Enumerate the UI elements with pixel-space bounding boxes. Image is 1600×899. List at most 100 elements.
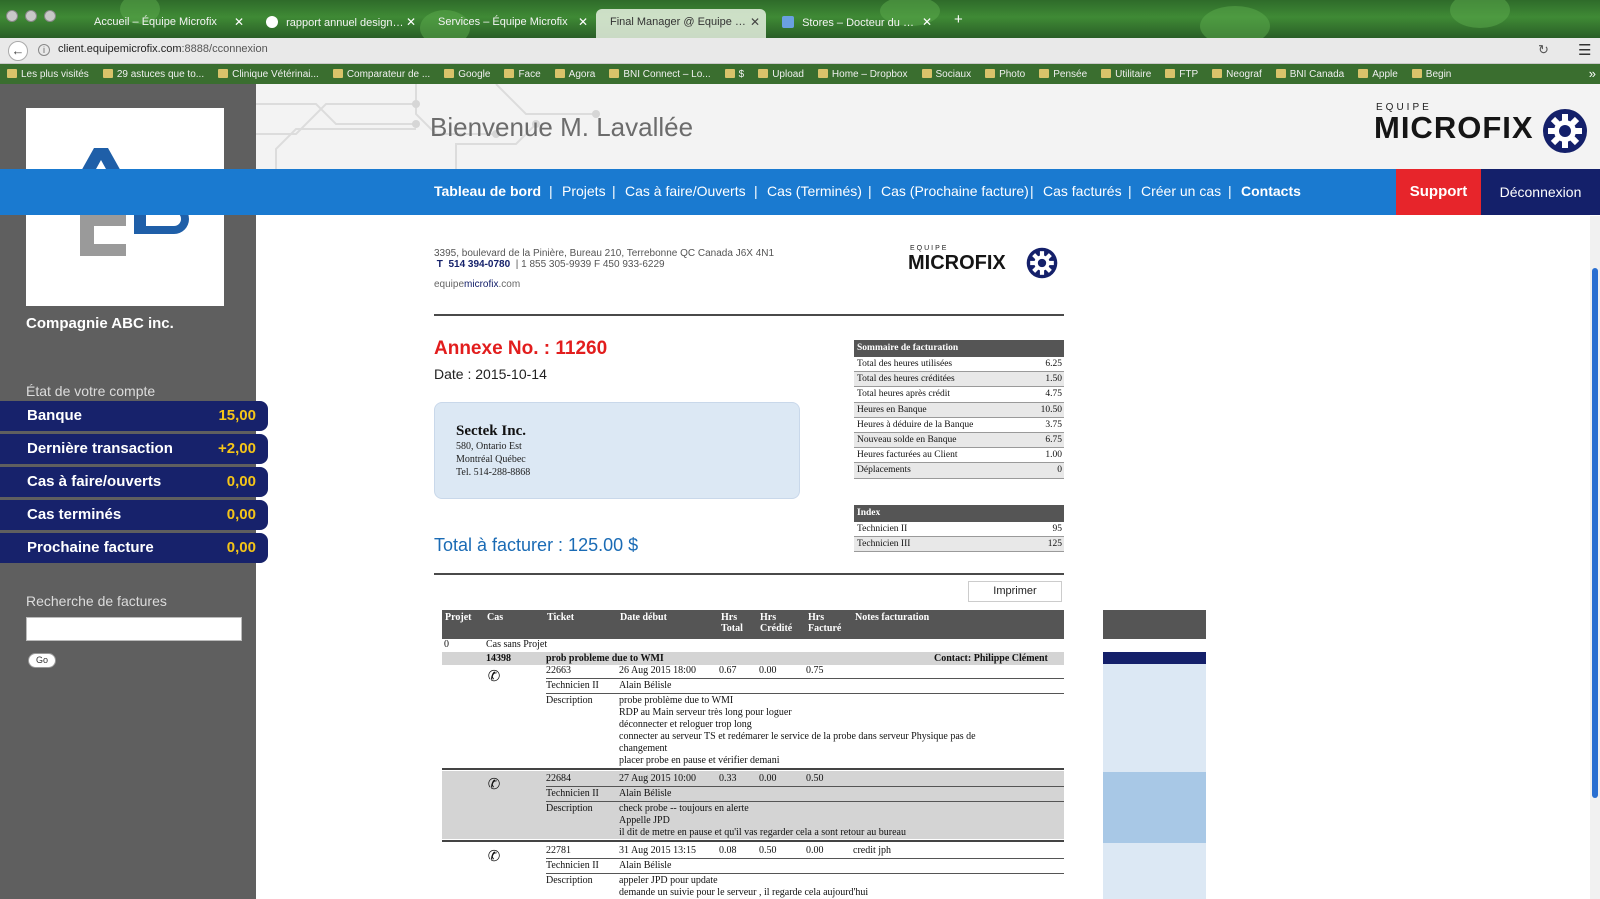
case-title: prob probleme due to WMI [546, 653, 664, 664]
phone-main: 514 394-0780 [448, 259, 511, 270]
bookmark-item[interactable]: 29 astuces que to... [96, 65, 211, 80]
row-label: Nouveau solde en Banque [857, 434, 957, 445]
bookmark-item[interactable]: Clinique Vétérinai... [211, 65, 326, 80]
go-button[interactable]: Go [28, 653, 56, 668]
bookmark-item[interactable]: BNI Canada [1269, 65, 1351, 80]
billing-summary-table: Sommaire de facturation Total des heures… [854, 340, 1064, 479]
bookmark-item[interactable]: Google [437, 65, 497, 80]
browser-tab-4-active[interactable]: Final Manager @ Equipe Microfix ✕ [596, 9, 766, 38]
ticket-id[interactable]: 22663 [546, 665, 571, 677]
logout-button[interactable]: Déconnexion [1481, 169, 1600, 215]
row-value: 1.50 [1045, 374, 1062, 385]
scrollbar-thumb[interactable] [1592, 268, 1598, 798]
nav-item[interactable]: Cas (Prochaine facture) [881, 183, 1029, 199]
reload-icon[interactable]: ↻ [1538, 42, 1549, 58]
background-decoration [1450, 0, 1510, 28]
phone-icon[interactable]: ✆ [484, 667, 504, 687]
bookmark-item[interactable]: Neograf [1205, 65, 1269, 80]
tab-close-icon[interactable]: ✕ [234, 15, 244, 29]
tab-close-icon[interactable]: ✕ [922, 15, 932, 29]
description-label: Description [546, 803, 593, 814]
browser-tab-1[interactable]: Accueil – Équipe Microfix ✕ [80, 9, 250, 38]
account-stat[interactable]: Prochaine facture 0,00 [0, 533, 268, 563]
phone-icon[interactable]: ✆ [484, 775, 504, 795]
description-line: check probe -- toujours en alerte [619, 803, 749, 814]
nav-separator: | [1128, 183, 1132, 199]
stat-label: Prochaine facture [27, 539, 154, 556]
bookmark-item[interactable]: Utilitaire [1094, 65, 1158, 80]
tech-name: Alain Bélisle [619, 680, 672, 691]
nav-item[interactable]: Contacts [1241, 183, 1301, 199]
bookmark-label: Google [458, 69, 491, 80]
phone-icon[interactable]: ✆ [484, 847, 504, 867]
nav-item[interactable]: Cas à faire/Ouverts [625, 183, 746, 199]
bookmark-item[interactable]: Sociaux [915, 65, 979, 80]
tab-close-icon[interactable]: ✕ [406, 15, 416, 29]
web-suffix: .com [498, 279, 521, 290]
bookmark-item[interactable]: Begin [1405, 65, 1459, 80]
col-ticket: Ticket [547, 612, 575, 623]
bookmark-folder-icon [1411, 69, 1422, 78]
info-icon[interactable]: i [38, 44, 50, 56]
table-row: Technicien III 125 [854, 537, 1064, 553]
row-label: Heures à déduire de la Banque [857, 419, 974, 430]
project-id: 0 [444, 639, 449, 650]
bookmark-item[interactable]: Apple [1351, 65, 1405, 80]
nav-item[interactable]: Tableau de bord [434, 183, 541, 199]
total-to-bill: Total à facturer : 125.00 $ [434, 535, 639, 555]
hamburger-menu-icon[interactable]: ☰ [1578, 41, 1591, 59]
bookmark-item[interactable]: Home – Dropbox [811, 65, 915, 80]
print-button[interactable]: Imprimer [968, 581, 1062, 602]
browser-tab-3[interactable]: Services – Équipe Microfix ✕ [424, 9, 594, 38]
bookmark-item[interactable]: FTP [1158, 65, 1205, 80]
account-stat[interactable]: Banque 15,00 [0, 401, 268, 431]
account-stat[interactable]: Cas à faire/ouverts 0,00 [0, 467, 268, 497]
bookmark-folder-icon [985, 69, 996, 78]
invoice-search-input[interactable] [26, 617, 242, 641]
bookmark-item[interactable]: BNI Connect – Lo... [602, 65, 717, 80]
tab-close-icon[interactable]: ✕ [750, 15, 760, 29]
ticket-id[interactable]: 22781 [546, 845, 571, 857]
bookmark-item[interactable]: Upload [751, 65, 811, 80]
row-label: Heures en Banque [857, 404, 927, 415]
support-button[interactable]: Support [1396, 169, 1481, 215]
url-field[interactable]: client.equipemicrofix.com:8888/cconnexio… [58, 43, 268, 55]
divider [434, 573, 1064, 575]
client-card: Sectek Inc. 580, Ontario Est Montréal Qu… [434, 402, 800, 499]
account-stat[interactable]: Cas terminés 0,00 [0, 500, 268, 530]
ticket-id[interactable]: 22684 [546, 773, 571, 785]
bookmark-item[interactable]: Agora [548, 65, 603, 80]
bookmark-item[interactable]: Photo [978, 65, 1032, 80]
bookmark-folder-icon [332, 69, 343, 78]
new-tab-button[interactable]: + [954, 11, 963, 28]
bookmarks-more-button[interactable]: » [1589, 66, 1596, 81]
nav-item[interactable]: Cas (Terminés) [767, 183, 862, 199]
web-prefix: equipe [434, 279, 465, 290]
brand-name: MICROFIX [1374, 110, 1534, 145]
window-close-button[interactable] [6, 10, 18, 22]
browser-tab-5[interactable]: Stores – Docteur du Pare... ✕ [768, 9, 938, 38]
browser-tab-2[interactable]: rapport annuel design – R... ✕ [252, 9, 422, 38]
nav-item[interactable]: Projets [562, 183, 606, 199]
bookmark-item[interactable]: $ [718, 65, 752, 80]
bookmark-item[interactable]: Comparateur de ... [326, 65, 437, 80]
nav-item[interactable]: Cas facturés [1043, 183, 1122, 199]
account-stat[interactable]: Dernière transaction +2,00 [0, 434, 268, 464]
bookmark-item[interactable]: Pensée [1032, 65, 1094, 80]
page-scrollbar[interactable] [1590, 216, 1600, 899]
nav-item[interactable]: Créer un cas [1141, 183, 1221, 199]
bookmark-item[interactable]: Face [497, 65, 547, 80]
window-minimize-button[interactable] [25, 10, 37, 22]
bookmark-item[interactable]: Les plus visités [0, 65, 96, 80]
window-zoom-button[interactable] [44, 10, 56, 22]
bookmark-folder-icon [7, 69, 17, 78]
tech-name: Alain Bélisle [619, 788, 672, 799]
bookmark-label: Utilitaire [1115, 69, 1152, 80]
row-label: Total des heures utilisées [857, 359, 953, 369]
row-label: Heures facturées au Client [857, 450, 958, 461]
tab-close-icon[interactable]: ✕ [578, 15, 588, 29]
bookmark-label: $ [738, 69, 745, 80]
tickets-table-header: Projet Cas Ticket Date début Hrs Total H… [442, 610, 1064, 639]
back-button[interactable]: ← [8, 41, 28, 61]
nav-separator: | [549, 183, 553, 199]
